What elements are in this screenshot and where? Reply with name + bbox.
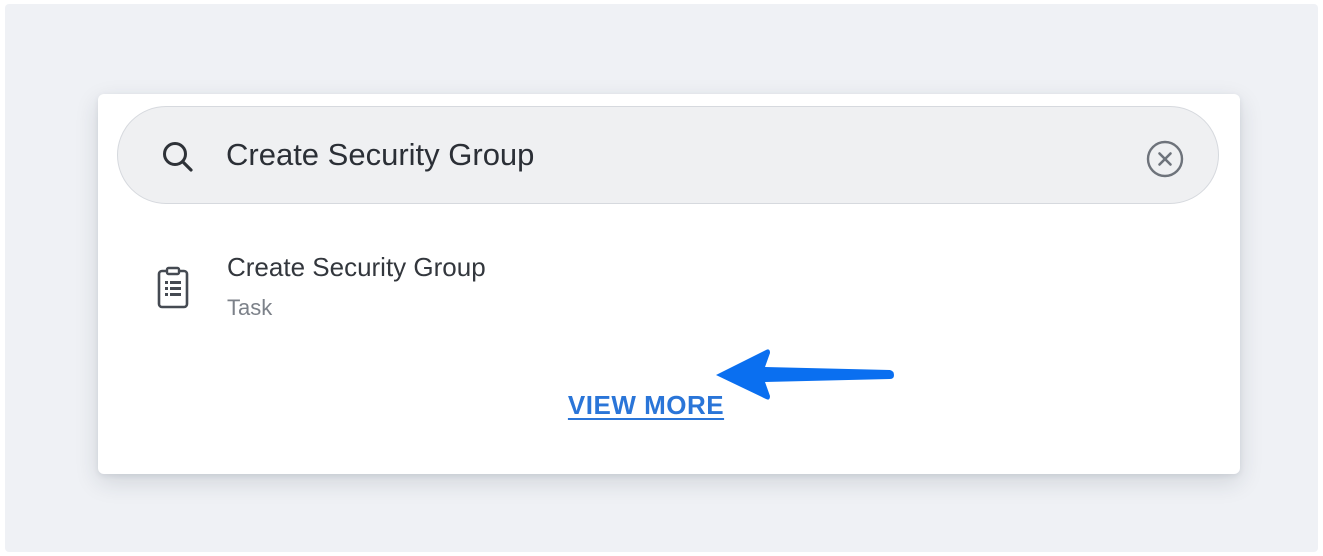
clear-search-icon[interactable]	[1144, 138, 1186, 180]
clipboard-list-icon	[157, 266, 189, 309]
search-input[interactable]	[226, 129, 1126, 181]
result-type-label: Task	[227, 295, 273, 320]
search-box[interactable]	[117, 106, 1219, 204]
search-results-card: Create Security Group Task VIEW MORE	[98, 94, 1240, 474]
view-more-link[interactable]: VIEW MORE	[98, 390, 1194, 421]
result-title: Create Security Group	[227, 252, 486, 282]
search-result-item[interactable]: Create Security Group Task	[138, 242, 658, 332]
page-backdrop: Create Security Group Task VIEW MORE	[5, 4, 1318, 552]
search-icon	[163, 142, 193, 172]
